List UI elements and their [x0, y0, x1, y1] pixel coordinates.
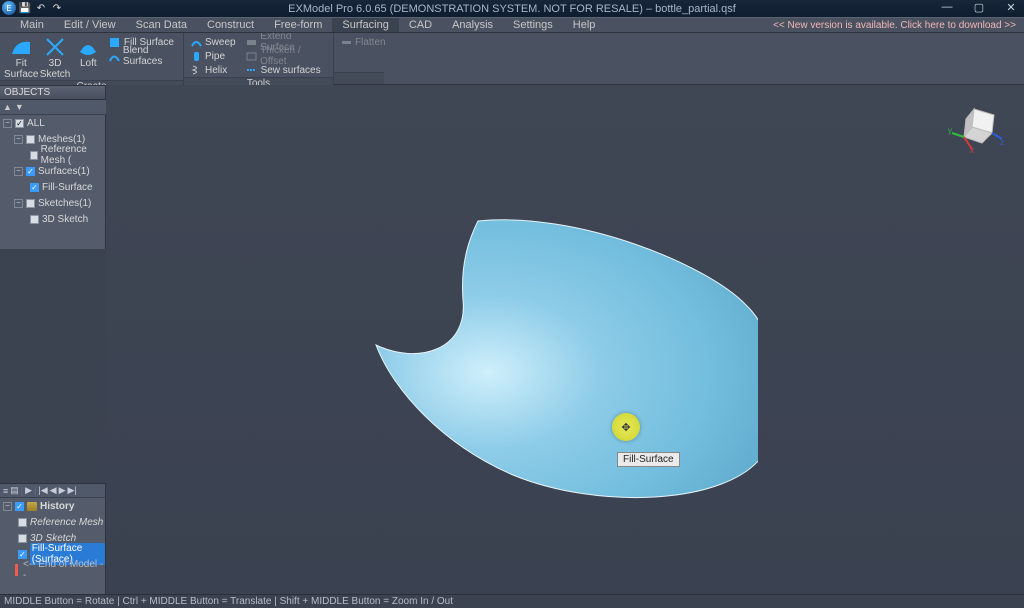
sweep-button[interactable]: Sweep	[188, 35, 238, 49]
objects-tree: − ALL − Meshes(1) Reference Mesh ( − Sur…	[0, 115, 106, 249]
minimize-button[interactable]: —	[938, 1, 956, 14]
tree-node-sketches[interactable]: − Sketches(1)	[0, 195, 105, 211]
pipe-button[interactable]: Pipe	[188, 49, 238, 63]
fit-surface-button[interactable]: Fit Surface	[4, 35, 38, 80]
qat-save-icon[interactable]: 💾	[18, 1, 32, 15]
loft-button[interactable]: Loft	[72, 35, 105, 69]
axis-triad-icon[interactable]: y x z	[946, 103, 1006, 153]
svg-text:y: y	[948, 126, 952, 135]
blend-surfaces-icon	[109, 50, 120, 62]
folder-icon	[27, 502, 37, 511]
menubar: Main Edit / View Scan Data Construct Fre…	[0, 17, 1024, 33]
flatten-icon	[340, 36, 352, 48]
ribbon-group-create: Fit Surface 3D Sketch Loft Fill Surface	[0, 33, 184, 84]
qat-undo-icon[interactable]: ↶	[34, 1, 48, 15]
menu-free-form[interactable]: Free-form	[264, 18, 332, 32]
checkbox[interactable]	[30, 151, 38, 160]
checkbox[interactable]	[26, 199, 35, 208]
checkbox[interactable]	[18, 534, 27, 543]
collapse-icon[interactable]: −	[3, 502, 12, 511]
collapse-icon[interactable]: −	[14, 199, 23, 208]
svg-text:x: x	[970, 146, 974, 153]
helix-button[interactable]: Helix	[188, 63, 238, 77]
checkbox[interactable]	[30, 183, 39, 192]
blend-surfaces-button[interactable]: Blend Surfaces	[107, 49, 179, 63]
history-header-node[interactable]: − History	[0, 498, 105, 514]
history-item-reference-mesh[interactable]: Reference Mesh	[0, 514, 105, 530]
checkbox[interactable]	[18, 550, 27, 559]
qat-redo-icon[interactable]: ↷	[50, 1, 64, 15]
history-prev-icon[interactable]: ◀	[50, 485, 57, 496]
pipe-icon	[190, 50, 202, 62]
sew-surfaces-button[interactable]: Sew surfaces	[244, 63, 329, 77]
tree-node-all[interactable]: − ALL	[0, 115, 105, 131]
menu-construct[interactable]: Construct	[197, 18, 264, 32]
menu-settings[interactable]: Settings	[503, 18, 563, 32]
history-play-icon[interactable]: ▶	[25, 485, 32, 496]
collapse-icon[interactable]: −	[3, 119, 12, 128]
left-column: OBJECTS ▲ ▼ − ALL − Meshes(1) Reference …	[0, 85, 106, 594]
filter-icon[interactable]: ▲	[3, 102, 12, 112]
history-next-icon[interactable]: ▶	[59, 485, 66, 496]
fill-surface-geometry[interactable]	[338, 205, 758, 515]
history-end-of-model[interactable]: <-- End of Model --	[0, 562, 105, 578]
history-last-icon[interactable]: ▶|	[68, 485, 77, 496]
3d-sketch-button[interactable]: 3D Sketch	[38, 35, 71, 80]
extend-surface-icon	[246, 36, 258, 48]
history-toolbar: ≡ ▤ | ▶ | |◀ ◀ ▶ ▶|	[0, 483, 106, 498]
history-panel: − History Reference Mesh 3D Sketch Fill-…	[0, 498, 106, 594]
helix-icon	[190, 64, 202, 76]
history-sep-icon: |	[34, 486, 36, 496]
tree-node-reference-mesh[interactable]: Reference Mesh (	[0, 147, 105, 163]
collapse-icon[interactable]: −	[14, 167, 23, 176]
statusbar: MIDDLE Button = Rotate | Ctrl + MIDDLE B…	[0, 594, 1024, 608]
collapse-icon[interactable]: −	[14, 135, 23, 144]
close-button[interactable]: ✕	[1002, 1, 1020, 14]
history-list-icon[interactable]: ≡	[3, 486, 8, 496]
menu-surfacing[interactable]: Surfacing	[332, 18, 398, 32]
checkbox[interactable]	[15, 119, 24, 128]
thicken-offset-button[interactable]: Thicken / Offset	[244, 49, 329, 63]
ribbon: Fit Surface 3D Sketch Loft Fill Surface	[0, 33, 1024, 85]
maximize-button[interactable]: ▢	[970, 1, 988, 14]
flatten-button[interactable]: Flatten	[338, 35, 388, 49]
tree-node-surfaces[interactable]: − Surfaces(1)	[0, 163, 105, 179]
app-icon: E	[2, 1, 16, 15]
checkbox[interactable]	[26, 167, 35, 176]
history-first-icon[interactable]: |◀	[38, 485, 47, 496]
objects-panel-header: OBJECTS	[0, 85, 106, 100]
objects-toolbar: ▲ ▼	[0, 100, 106, 115]
titlebar: E 💾 ↶ ↷ EXModel Pro 6.0.65 (DEMONSTRATIO…	[0, 0, 1024, 17]
end-marker-icon	[15, 564, 18, 576]
rotate-cursor-icon: ✥	[612, 413, 640, 441]
checkbox[interactable]	[15, 502, 24, 511]
sweep-icon	[190, 36, 202, 48]
version-notice-link[interactable]: << New version is available. Click here …	[773, 20, 1016, 31]
menu-analysis[interactable]: Analysis	[442, 18, 503, 32]
fill-surface-icon	[109, 36, 121, 48]
viewport-3d[interactable]: ✥ Fill-Surface y x z	[106, 85, 1024, 594]
sew-surfaces-icon	[246, 64, 258, 76]
thicken-offset-icon	[246, 50, 258, 62]
menu-main[interactable]: Main	[10, 18, 54, 32]
sketch-3d-icon	[44, 36, 66, 58]
fit-surface-icon	[10, 36, 32, 58]
menu-edit-view[interactable]: Edit / View	[54, 18, 126, 32]
svg-text:z: z	[1000, 138, 1004, 147]
tree-node-fill-surface[interactable]: Fill-Surface	[0, 179, 105, 195]
menu-help[interactable]: Help	[563, 18, 606, 32]
checkbox[interactable]	[30, 215, 39, 224]
ribbon-group-tools: Sweep Pipe Helix Extend Surface	[184, 33, 334, 84]
checkbox[interactable]	[26, 135, 35, 144]
loft-icon	[77, 36, 99, 58]
menu-scan-data[interactable]: Scan Data	[126, 18, 197, 32]
checkbox[interactable]	[18, 518, 27, 527]
tooltip: Fill-Surface	[617, 452, 680, 467]
history-settings-icon[interactable]: ▤	[10, 485, 19, 496]
tree-node-3d-sketch[interactable]: 3D Sketch	[0, 211, 105, 227]
window-title: EXModel Pro 6.0.65 (DEMONSTRATION SYSTEM…	[288, 3, 736, 15]
menu-cad[interactable]: CAD	[399, 18, 442, 32]
ribbon-group-tools-extra: Flatten	[334, 33, 384, 84]
filter2-icon[interactable]: ▼	[15, 102, 24, 112]
